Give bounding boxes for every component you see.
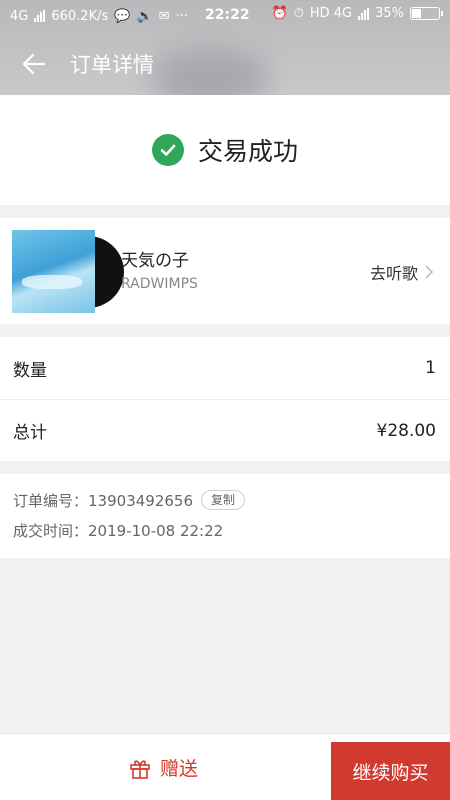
order-number-label: 订单编号： xyxy=(13,492,89,510)
app-bar: 订单详情 xyxy=(0,40,450,88)
gift-button[interactable]: 赠送 xyxy=(128,754,198,781)
status-bar: 4G 660.2K/s 💬 🔈 ✉ ··· 22:22 ⏰ ⏱ HD 4G 35… xyxy=(0,0,450,32)
battery-icon xyxy=(410,7,443,20)
order-time: 2019-10-08 22:22 xyxy=(88,522,224,540)
more-notifications: ··· xyxy=(175,8,188,24)
back-arrow-icon[interactable] xyxy=(20,50,48,78)
quantity-label: 数量 xyxy=(13,360,47,381)
status-time: 22:22 xyxy=(205,7,250,23)
listen-label: 去听歌 xyxy=(369,264,418,283)
gift-label: 赠送 xyxy=(160,758,199,780)
network-speed: 660.2K/s xyxy=(51,8,109,24)
order-summary: 数量 1 总计 ¥28.00 xyxy=(0,337,450,461)
signal-icon xyxy=(34,10,46,22)
wechat-icon: 💬 xyxy=(114,8,131,24)
total-value: ¥28.00 xyxy=(376,420,436,441)
page-title: 订单详情 xyxy=(70,53,154,77)
quantity-row: 数量 1 xyxy=(0,337,450,399)
success-card: 交易成功 xyxy=(0,95,450,205)
total-row: 总计 ¥28.00 xyxy=(0,399,450,461)
alarm-off-icon: ⏰ xyxy=(271,6,288,21)
order-number-line: 订单编号：13903492656 复制 xyxy=(13,490,246,511)
alarm-icon: ⏱ xyxy=(293,6,304,21)
album-name: 天気の子 xyxy=(121,251,189,271)
order-number: 13903492656 xyxy=(88,492,193,510)
notification-icon: ✉ xyxy=(158,8,170,24)
continue-buy-button[interactable]: 继续购买 xyxy=(331,742,450,800)
gift-icon xyxy=(130,759,150,779)
quantity-value: 1 xyxy=(425,358,436,378)
album-artist: RADWIMPS xyxy=(121,276,198,292)
success-text: 交易成功 xyxy=(197,137,298,166)
album-cover[interactable] xyxy=(12,230,124,313)
order-time-line: 成交时间：2019-10-08 22:22 xyxy=(13,520,223,541)
mute-icon: 🔈 xyxy=(136,8,153,24)
album-art xyxy=(12,230,95,313)
total-label: 总计 xyxy=(13,423,47,443)
bottom-bar: 赠送 继续购买 xyxy=(0,733,450,800)
album-card[interactable]: 天気の子 RADWIMPS 去听歌 xyxy=(0,218,450,324)
battery-percent: 35% xyxy=(375,6,404,21)
listen-button[interactable]: 去听歌 xyxy=(370,260,434,284)
header: 4G 660.2K/s 💬 🔈 ✉ ··· 22:22 ⏰ ⏱ HD 4G 35… xyxy=(0,0,450,95)
network-type-left: 4G xyxy=(10,8,29,24)
order-time-label: 成交时间： xyxy=(13,522,89,540)
copy-button[interactable]: 复制 xyxy=(201,490,246,510)
signal-icon-right xyxy=(358,7,370,20)
check-circle-icon xyxy=(151,134,184,166)
order-info: 订单编号：13903492656 复制 成交时间：2019-10-08 22:22 xyxy=(0,474,450,558)
chevron-right-icon xyxy=(425,265,434,279)
network-type-right: HD 4G xyxy=(309,6,353,21)
